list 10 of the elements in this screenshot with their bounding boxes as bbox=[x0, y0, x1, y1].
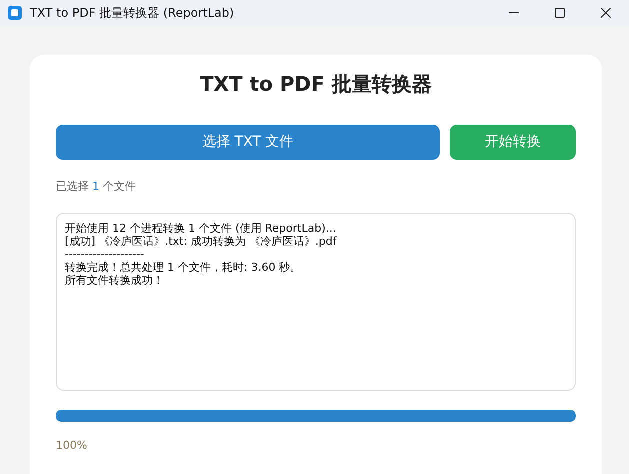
start-button[interactable]: 开始转换 bbox=[450, 125, 576, 160]
progress-reading: 100% bbox=[56, 438, 88, 454]
log-output: 开始使用 12 个进程转换 1 个文件 (使用 ReportLab)... [成功] 《冷庐医话》.txt: 成功转换为 《冷庐医话》.pdf -------------------- 转换完成！总共处理 1 个文件，耗时: 3.60 秒。 所有文件转换成功！ bbox=[56, 212, 576, 390]
maximize-icon bbox=[555, 8, 565, 18]
selection-status: 已选择 1 个文件 bbox=[56, 180, 136, 193]
select-files-button[interactable]: 选择 TXT 文件 bbox=[56, 125, 440, 160]
window-title: TXT to PDF 批量转换器 (ReportLab) bbox=[30, 5, 234, 22]
close-icon bbox=[601, 8, 611, 18]
app-heading: TXT to PDF 批量转换器 bbox=[199, 71, 433, 98]
app-icon bbox=[8, 6, 22, 20]
